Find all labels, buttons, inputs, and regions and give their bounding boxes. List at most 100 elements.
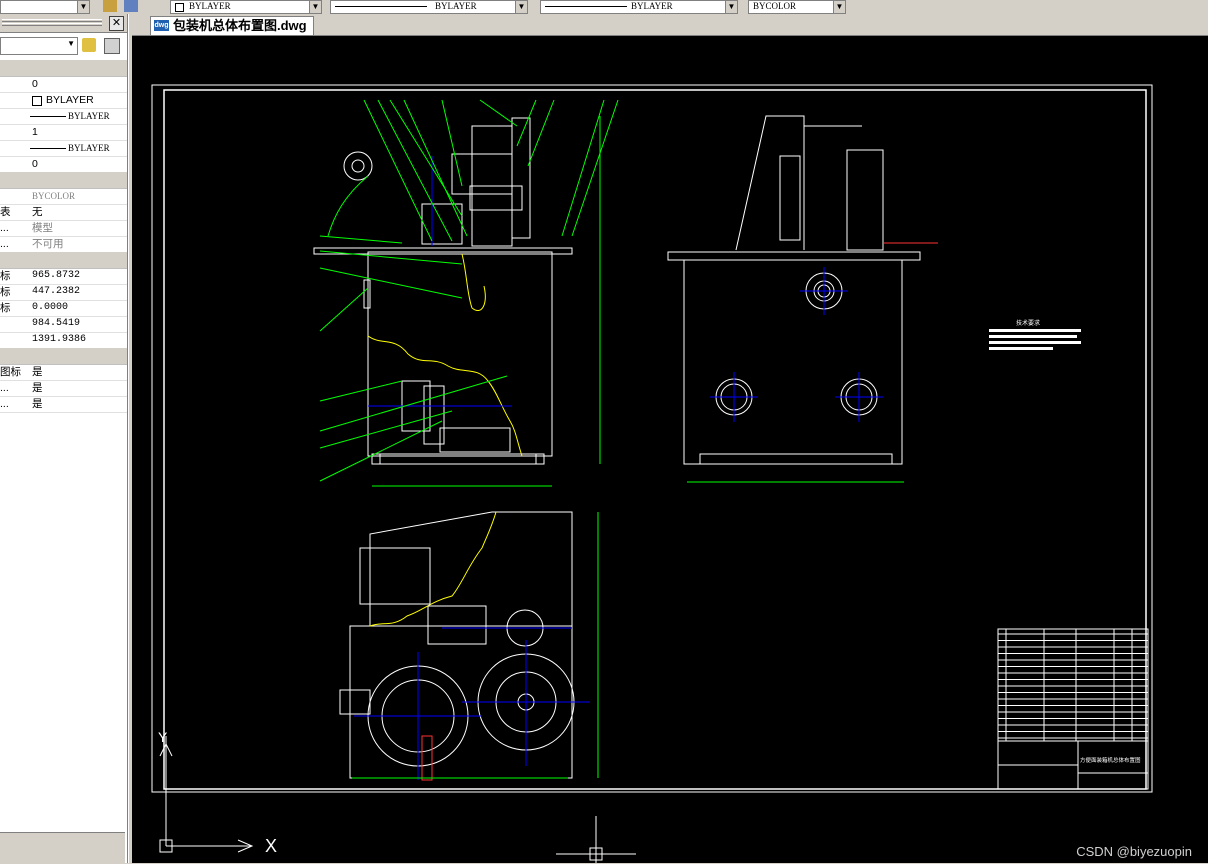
object-selector[interactable]: ▼	[0, 37, 78, 55]
linetype-preview	[30, 148, 66, 149]
chevron-down-icon: ▼	[725, 1, 737, 13]
property-value: 1	[32, 126, 38, 138]
property-row[interactable]: ... 是	[0, 380, 127, 397]
property-row[interactable]: 标 965.8732	[0, 268, 127, 285]
property-key: ...	[0, 238, 9, 250]
properties-toolbar: ▼ BYLAYER ▼ BYLAYER ▼ BYLAYER ▼ BYCOLOR …	[0, 0, 1208, 15]
color-combo[interactable]: BYLAYER ▼	[170, 0, 322, 14]
property-value: 是	[32, 382, 43, 394]
panel-footer	[0, 832, 125, 864]
panel-grip[interactable]	[2, 19, 102, 22]
property-category[interactable]	[0, 172, 127, 189]
chevron-down-icon: ▼	[309, 1, 321, 13]
property-key: 标	[0, 286, 11, 298]
property-value: 984.5419	[32, 318, 81, 329]
ucs-y-label: Y	[158, 729, 168, 745]
chevron-down-icon: ▼	[77, 1, 89, 13]
property-key: ...	[0, 398, 9, 410]
panel-grip[interactable]	[2, 23, 102, 26]
layer-state-icon[interactable]	[103, 0, 117, 12]
property-row[interactable]: 0	[0, 156, 127, 173]
lineweight-combo[interactable]: BYLAYER ▼	[540, 0, 738, 14]
property-row[interactable]: 表无	[0, 204, 127, 221]
dwg-file-icon: dwg	[154, 20, 169, 31]
lineweight-preview	[545, 6, 627, 7]
property-row[interactable]: 图标是	[0, 364, 127, 381]
parts-list	[998, 629, 1148, 741]
property-row[interactable]: 1	[0, 124, 127, 141]
property-value: BYLAYER	[68, 111, 110, 121]
watermark: CSDN @biyezuopin	[1076, 844, 1192, 859]
property-value: 0	[32, 158, 38, 170]
close-icon[interactable]: ✕	[109, 16, 124, 31]
linetype-combo[interactable]: BYLAYER ▼	[330, 0, 528, 14]
property-category[interactable]	[0, 60, 127, 77]
color-combo-left[interactable]: ▼	[0, 0, 90, 14]
property-row[interactable]: 标 0.0000	[0, 300, 127, 317]
property-value: 不可用	[32, 238, 64, 250]
drawing-canvas[interactable]: 技术要求 方便面装箱机总体布置图 X Y CSDN @biyezuopin	[132, 36, 1208, 863]
chevron-down-icon: ▼	[67, 39, 75, 48]
property-value: 0	[32, 78, 38, 90]
property-key: 标	[0, 270, 11, 282]
property-value: 0.0000	[32, 302, 69, 313]
property-value: 1391.9386	[32, 334, 87, 345]
property-value: BYCOLOR	[32, 191, 76, 201]
property-row[interactable]: 984.5419	[0, 316, 127, 333]
plotstyle-combo-value: BYCOLOR	[753, 1, 797, 11]
property-row[interactable]: ... 是	[0, 396, 127, 413]
color-swatch	[175, 3, 184, 12]
crosshair-cursor-icon	[556, 816, 636, 863]
property-row[interactable]: 1391.9386	[0, 332, 127, 349]
technical-notes: 技术要求	[989, 319, 1081, 350]
property-key: 图标	[0, 366, 21, 378]
property-value: 965.8732	[32, 270, 81, 281]
quick-select-icon[interactable]	[82, 38, 96, 52]
layer-previous-icon[interactable]	[124, 0, 138, 12]
property-key: ...	[0, 222, 9, 234]
property-key: 标	[0, 302, 11, 314]
property-category[interactable]	[0, 252, 127, 269]
linetype-preview	[30, 116, 66, 117]
linetype-combo-value: BYLAYER	[435, 1, 477, 11]
property-row[interactable]: BYLAYER	[0, 108, 127, 125]
property-row[interactable]: BYLAYER	[0, 92, 127, 109]
property-row[interactable]: 0	[0, 76, 127, 93]
color-combo-value: BYLAYER	[189, 1, 231, 11]
color-swatch	[32, 96, 42, 106]
select-objects-icon[interactable]	[104, 38, 120, 54]
property-value: 无	[32, 206, 43, 218]
property-row[interactable]: BYLAYER	[0, 140, 127, 157]
property-row[interactable]: ... 不可用	[0, 236, 127, 253]
notes-title: 技术要求	[1016, 319, 1040, 327]
panel-title-bar: ✕	[0, 14, 127, 33]
sheet-inner-border	[163, 89, 1147, 790]
plotstyle-combo[interactable]: BYCOLOR ▼	[748, 0, 846, 14]
ucs-x-label: X	[265, 836, 277, 856]
property-row[interactable]: BYCOLOR	[0, 188, 127, 205]
chevron-down-icon: ▼	[515, 1, 527, 13]
document-tab[interactable]: dwg 包装机总体布置图.dwg	[150, 16, 314, 35]
property-value: 模型	[32, 222, 53, 234]
front-view	[313, 99, 619, 487]
document-tab-label: 包装机总体布置图.dwg	[173, 18, 307, 33]
property-value: BYLAYER	[46, 94, 94, 106]
chevron-down-icon: ▼	[833, 1, 845, 13]
side-view	[667, 115, 938, 483]
top-view	[339, 511, 599, 781]
linetype-preview	[335, 6, 427, 7]
property-key: ...	[0, 382, 9, 394]
lineweight-combo-value: BYLAYER	[631, 1, 673, 11]
property-value: 447.2382	[32, 286, 81, 297]
properties-panel: ✕ ▼ 0 BYLAYER BYLAYER 1 BYLAYER 0 BYCOLOR 表无...…	[0, 14, 128, 864]
property-value: BYLAYER	[68, 143, 110, 153]
title-block-name: 方便面装箱机总体布置图	[1080, 756, 1141, 764]
document-tab-bar: dwg 包装机总体布置图.dwg	[132, 14, 1208, 36]
property-key: 表	[0, 206, 11, 218]
property-value: 是	[32, 398, 43, 410]
property-row[interactable]: 标 447.2382	[0, 284, 127, 301]
property-value: 是	[32, 366, 43, 378]
cad-drawing: 技术要求 方便面装箱机总体布置图 X Y	[151, 84, 1153, 863]
property-category[interactable]	[0, 348, 127, 365]
property-row[interactable]: ... 模型	[0, 220, 127, 237]
